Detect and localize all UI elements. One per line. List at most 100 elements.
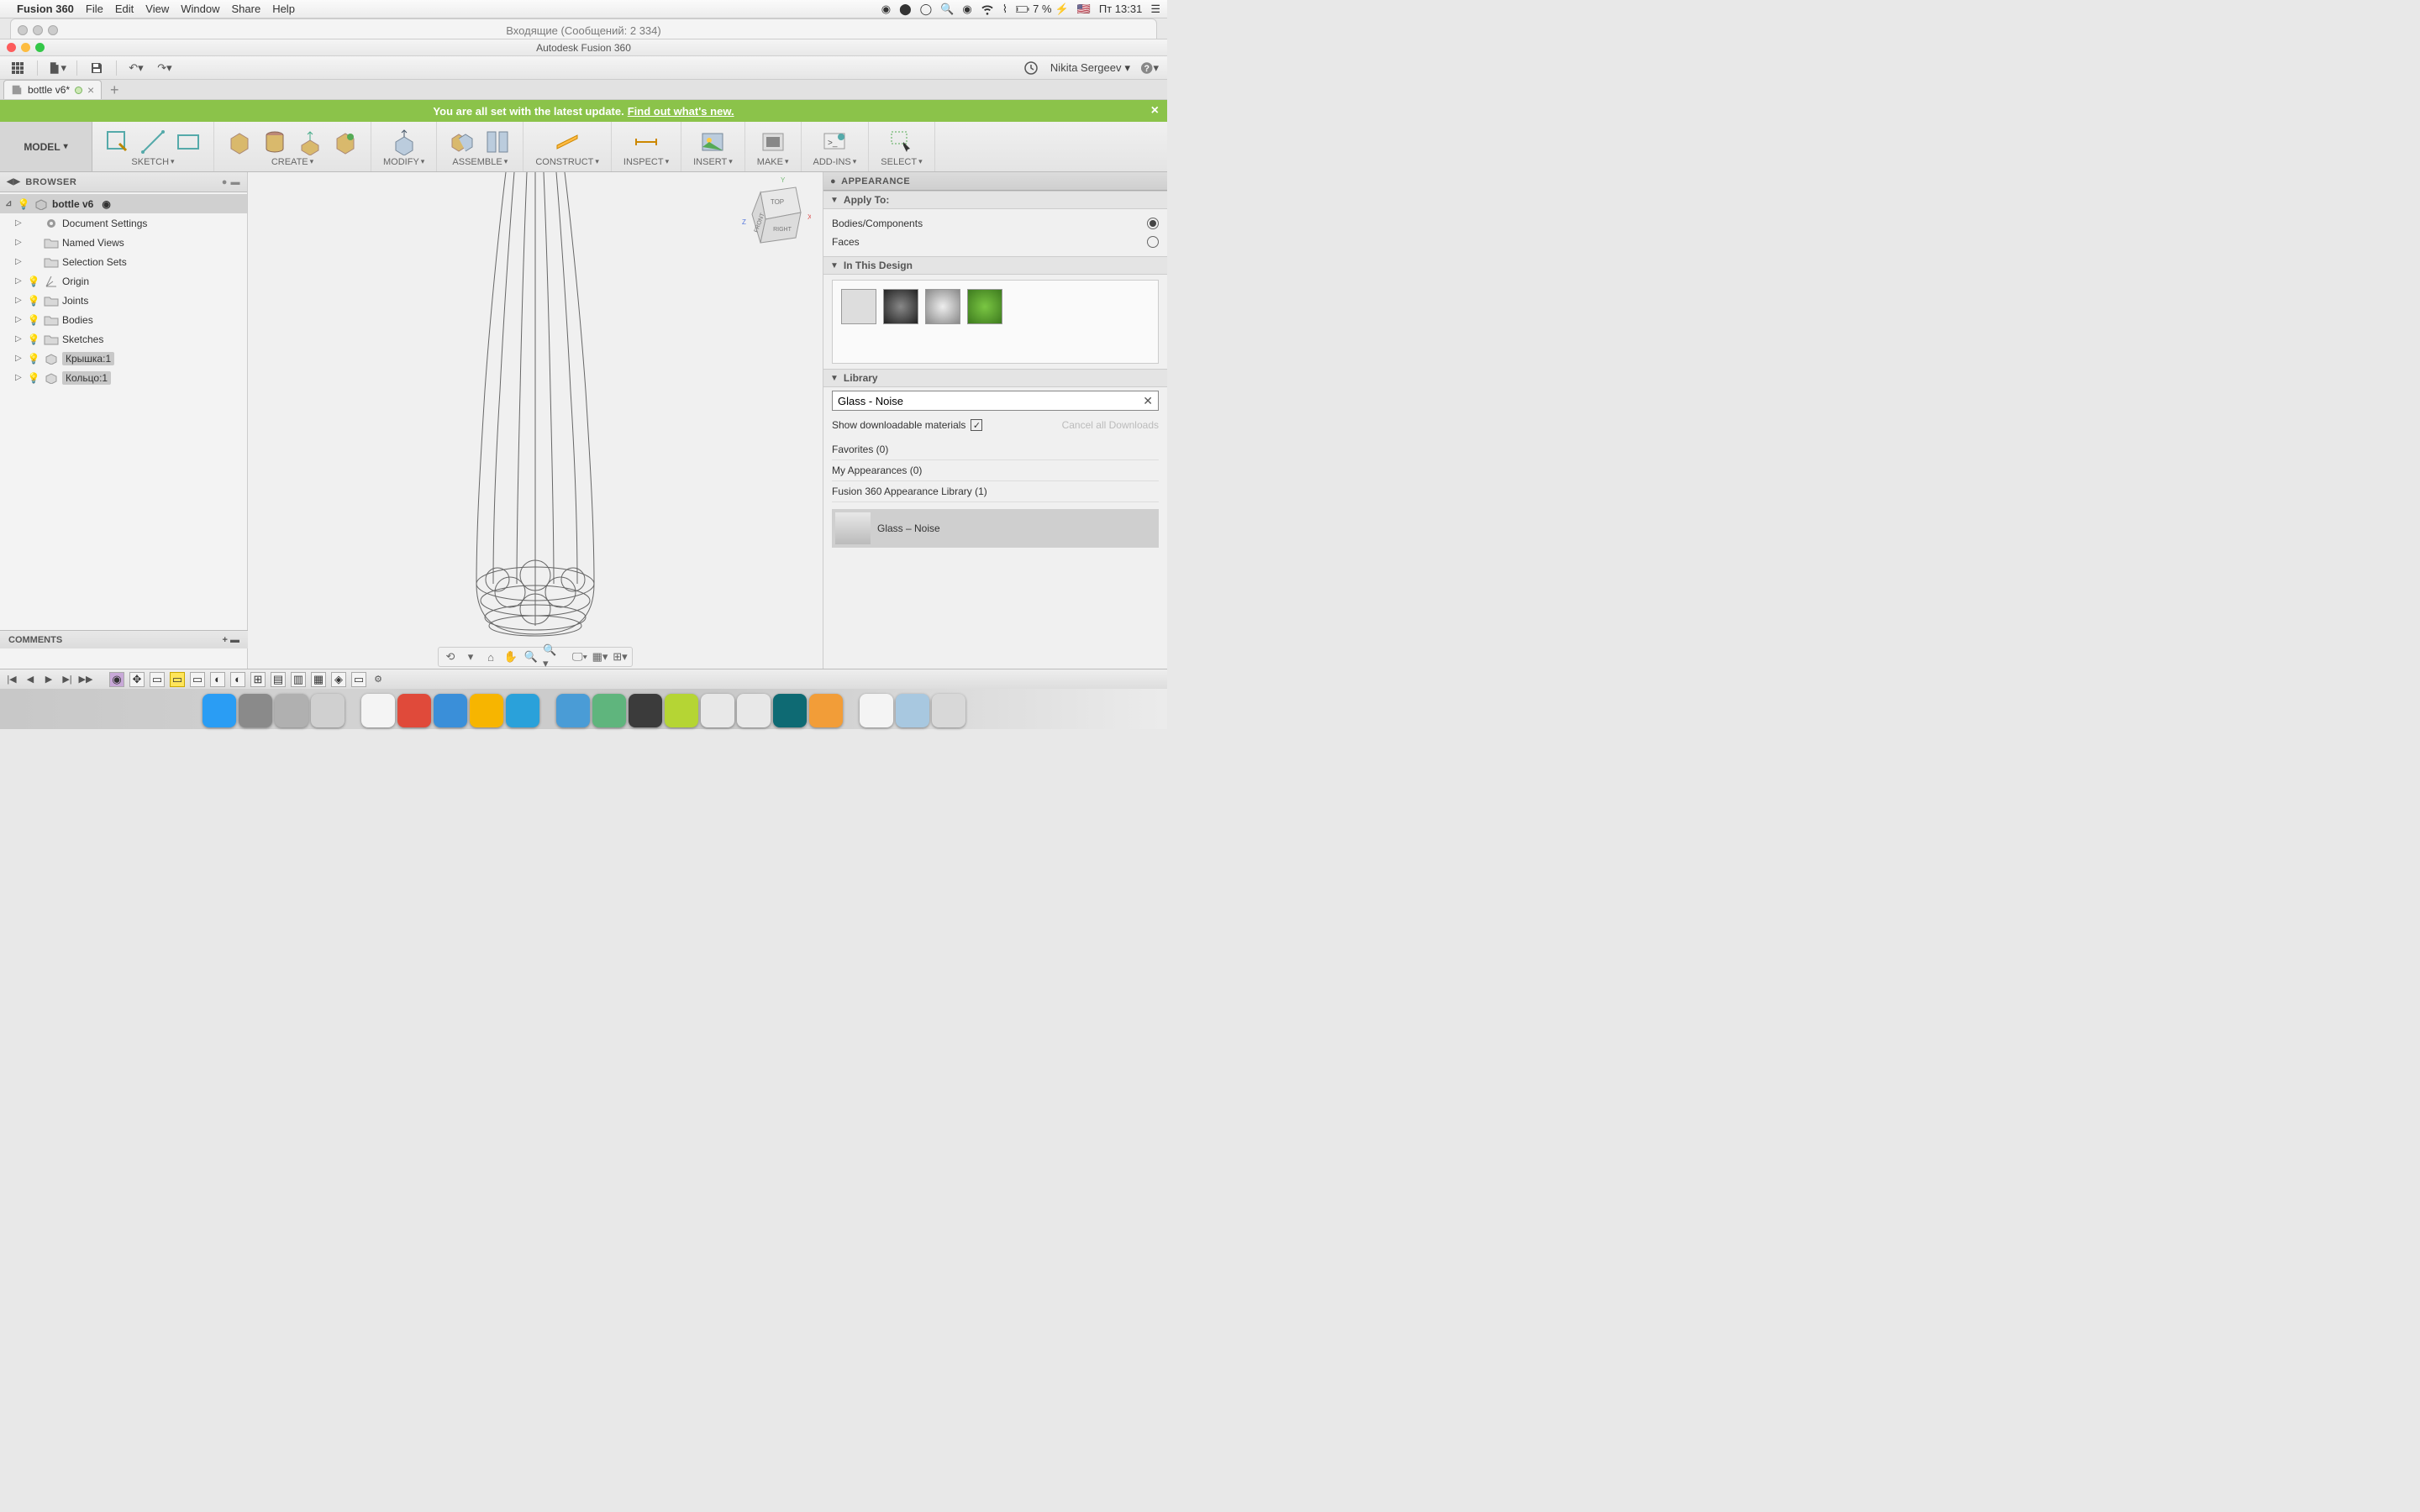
feature-13[interactable]: ▭ [351,672,366,687]
comments-bar[interactable]: COMMENTS + ▬ [0,630,248,648]
display-settings-button[interactable]: 🖵▾ [571,648,588,665]
menu-file[interactable]: File [86,3,103,15]
workspace-switcher[interactable]: MODEL▾ [0,122,92,171]
feature-9[interactable]: ▤ [271,672,286,687]
dock-sublime[interactable] [629,694,662,727]
material-swatch-3[interactable] [925,289,960,324]
ribbon-label-sketch[interactable]: SKETCH▾ [131,157,174,167]
tree-item[interactable]: ▷💡Крышка:1 [0,349,247,368]
ribbon-label-select[interactable]: SELECT▾ [881,157,922,167]
bulb-icon[interactable]: 💡 [27,352,40,365]
dock-redshift[interactable] [737,694,771,727]
app-menu[interactable]: Fusion 360 [17,3,74,15]
ribbon-label-addins[interactable]: ADD-INS▾ [813,157,857,167]
feature-2[interactable]: ✥ [129,672,145,687]
ribbon-label-construct[interactable]: CONSTRUCT▾ [535,157,599,167]
dock-maya[interactable] [773,694,807,727]
feature-4[interactable]: ▭ [170,672,185,687]
status-icon[interactable]: ⬤ [899,3,912,16]
help-button[interactable]: ?▾ [1140,59,1159,77]
dock-preview[interactable] [311,694,345,727]
radio-faces[interactable] [1147,236,1159,248]
traffic-lights[interactable] [7,43,45,52]
menu-share[interactable]: Share [231,3,260,15]
show-dl-checkbox[interactable]: ✓ [971,419,982,431]
tree-item[interactable]: ▷💡Кольцо:1 [0,368,247,387]
timeline-back[interactable]: ◀ [24,673,37,686]
menu-window[interactable]: Window [181,3,219,15]
applyto-bodies[interactable]: Bodies/Components [832,214,1159,233]
feature-8[interactable]: ⊞ [250,672,266,687]
tree-root[interactable]: ⊿ 💡 bottle v6 ◉ [0,194,247,213]
battery-icon[interactable]: 7 % ⚡ [1016,3,1069,16]
view-cube[interactable]: TOP FRONT RIGHT Y X Z [735,177,811,253]
radio-active-icon[interactable]: ◉ [102,198,110,210]
timeline-end[interactable]: ▶▶ [79,673,92,686]
dock-safari-alt[interactable] [275,694,308,727]
creative-cloud-icon[interactable]: ◉ [881,3,891,16]
status-icon-2[interactable]: ◯ [920,3,933,16]
bulb-icon[interactable]: 💡 [27,333,40,346]
maximize-window-button[interactable] [35,43,45,52]
spotlight-icon[interactable]: 🔍 [940,3,954,16]
lib-favorites[interactable]: Favorites (0) [832,439,1159,460]
library-search[interactable]: ✕ [832,391,1159,411]
timeline-fwd[interactable]: ▶| [60,673,74,686]
joint-icon[interactable] [484,129,511,155]
add-comment-button[interactable]: + ▬ [223,635,239,645]
feature-6[interactable]: ◐ [210,672,225,687]
feature-11[interactable]: ▦ [311,672,326,687]
tree-item[interactable]: ▷Selection Sets [0,252,247,271]
menu-edit[interactable]: Edit [115,3,134,15]
bulb-icon[interactable]: 💡 [17,197,30,211]
feature-3[interactable]: ▭ [150,672,165,687]
bulb-icon[interactable]: 💡 [27,275,40,288]
library-result[interactable]: Glass – Noise [832,509,1159,548]
redo-button[interactable]: ↷▾ [155,59,174,77]
rectangle-icon[interactable] [175,129,202,155]
look-at-button[interactable]: ▾ [462,648,479,665]
browser-header[interactable]: ◀▶ BROWSER ● ▬ [0,172,247,192]
lib-my-appearances[interactable]: My Appearances (0) [832,460,1159,481]
tree-item[interactable]: ▷💡Joints [0,291,247,310]
material-swatch-2[interactable] [883,289,918,324]
line-icon[interactable] [139,129,166,155]
save-button[interactable] [87,59,106,77]
dock-mulib[interactable] [860,694,893,727]
dock-xcode[interactable] [556,694,590,727]
bulb-icon[interactable]: 💡 [27,371,40,385]
create-sketch-icon[interactable] [104,129,131,155]
clock[interactable]: Пт 13:31 [1099,3,1142,15]
file-menu-button[interactable]: ▾ [48,59,66,77]
user-menu[interactable]: Nikita Sergeev ▾ [1050,61,1130,75]
feature-1[interactable]: ◉ [109,672,124,687]
tree-item[interactable]: ▷Named Views [0,233,247,252]
dock-launchpad[interactable] [239,694,272,727]
material-swatch-1[interactable] [841,289,876,324]
close-window-button[interactable] [7,43,16,52]
library-header[interactable]: ▼Library [823,369,1167,387]
grid-settings-button[interactable]: ▦▾ [592,648,608,665]
feature-7[interactable]: ◐ [230,672,245,687]
ribbon-label-create[interactable]: CREATE▾ [271,157,313,167]
dock-zbrush[interactable] [701,694,734,727]
pan-button[interactable]: ✋ [502,648,519,665]
close-tab-button[interactable]: × [87,83,94,97]
input-flag-icon[interactable]: 🇺🇸 [1077,3,1091,16]
document-tab[interactable]: bottle v6* × [3,80,102,99]
bulb-icon[interactable]: 💡 [27,294,40,307]
orbit-button[interactable]: ⟲ [442,648,459,665]
lib-fusion[interactable]: Fusion 360 Appearance Library (1) [832,481,1159,502]
menu-help[interactable]: Help [272,3,295,15]
bulb-icon[interactable]: 💡 [27,313,40,327]
new-tab-button[interactable]: + [105,81,124,99]
bluetooth-icon[interactable]: ⌇ [1002,3,1007,16]
dock-folder[interactable] [896,694,929,727]
viewport-layout-button[interactable]: ⊞▾ [612,648,629,665]
appearance-header[interactable]: ●APPEARANCE [823,172,1167,191]
clear-search-button[interactable]: ✕ [1143,394,1153,408]
ribbon-label-modify[interactable]: MODIFY▾ [383,157,424,167]
box-icon[interactable] [226,129,253,155]
dock-trash[interactable] [932,694,965,727]
feature-5[interactable]: ▭ [190,672,205,687]
